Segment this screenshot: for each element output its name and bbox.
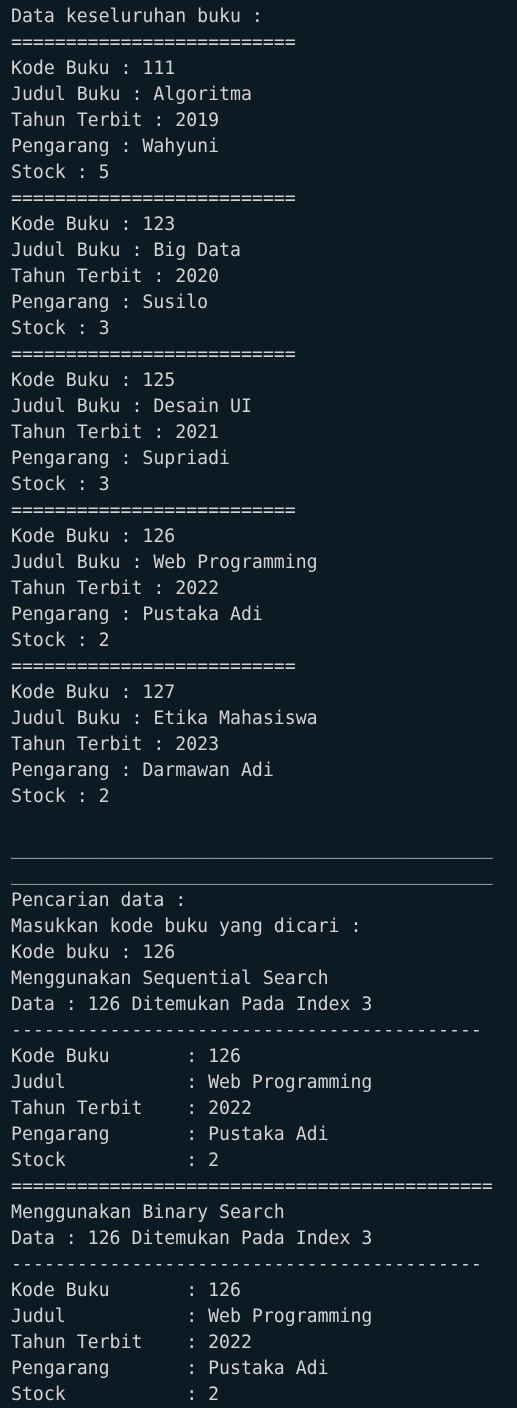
terminal-line: Judul Buku : Desain UI <box>11 396 252 417</box>
terminal-line: Judul Buku : Etika Mahasiswa <box>11 708 318 729</box>
terminal-line: ----------------------------------------… <box>11 1254 482 1275</box>
terminal-line: Pengarang : Darmawan Adi <box>11 760 274 781</box>
terminal-line: Tahun Terbit : 2022 <box>11 1098 252 1119</box>
terminal-line: Pencarian data : <box>11 890 187 911</box>
terminal-line: Pengarang : Wahyuni <box>11 136 220 157</box>
terminal-line: Kode Buku : 123 <box>11 214 176 235</box>
terminal-line: Menggunakan Sequential Search <box>11 968 329 989</box>
terminal-line: Kode Buku : 126 <box>11 1046 241 1067</box>
terminal-output: Data keseluruhan buku : =================… <box>0 0 517 1405</box>
terminal-line: Tahun Terbit : 2022 <box>11 578 220 599</box>
terminal-line: Kode Buku : 125 <box>11 370 176 391</box>
terminal-line: ----------------------------------------… <box>11 1020 482 1041</box>
terminal-line: Kode Buku : 111 <box>11 58 176 79</box>
terminal-line: Data : 126 Ditemukan Pada Index 3 <box>11 994 373 1015</box>
terminal-line: Judul : Web Programming <box>11 1306 373 1327</box>
terminal-line: ________________________________________… <box>11 864 493 885</box>
terminal-line: Stock : 3 <box>11 318 110 339</box>
terminal-line: Stock : 5 <box>11 162 110 183</box>
terminal-line: ========================== <box>11 32 296 53</box>
terminal-line: ________________________________________… <box>11 838 493 859</box>
terminal-line: Menggunakan Binary Search <box>11 1202 285 1223</box>
terminal-line: Tahun Terbit : 2022 <box>11 1332 252 1353</box>
terminal-line: Tahun Terbit : 2021 <box>11 422 220 443</box>
terminal-line: Judul : Web Programming <box>11 1072 373 1093</box>
terminal-line: Kode Buku : 126 <box>11 526 176 547</box>
terminal-line: Stock : 2 <box>11 630 110 651</box>
terminal-line: ========================================… <box>11 1176 493 1197</box>
terminal-line: Pengarang : Susilo <box>11 292 209 313</box>
terminal-line: Pengarang : Supriadi <box>11 448 230 469</box>
terminal-line: Data : 126 Ditemukan Pada Index 3 <box>11 1228 373 1249</box>
terminal-line: Tahun Terbit : 2020 <box>11 266 220 287</box>
terminal-line: Tahun Terbit : 2019 <box>11 110 220 131</box>
terminal-line: Judul Buku : Web Programming <box>11 552 318 573</box>
terminal-line: Tahun Terbit : 2023 <box>11 734 220 755</box>
terminal-line: ========================== <box>11 344 296 365</box>
terminal-line: Stock : 2 <box>11 1384 220 1405</box>
terminal-line: Pengarang : Pustaka Adi <box>11 604 263 625</box>
terminal-line: Stock : 3 <box>11 474 110 495</box>
terminal-line: Kode Buku : 126 <box>11 1280 241 1301</box>
terminal-line: Stock : 2 <box>11 786 110 807</box>
terminal-line: Stock : 2 <box>11 1150 220 1171</box>
terminal-line: Pengarang : Pustaka Adi <box>11 1358 329 1379</box>
terminal-line: ========================== <box>11 188 296 209</box>
terminal-line: Data keseluruhan buku : <box>11 6 263 27</box>
terminal-line: ========================== <box>11 500 296 521</box>
terminal-line: Judul Buku : Big Data <box>11 240 241 261</box>
terminal-line: Judul Buku : Algoritma <box>11 84 252 105</box>
terminal-line: Masukkan kode buku yang dicari : <box>11 916 362 937</box>
terminal-line: Kode buku : 126 <box>11 942 176 963</box>
terminal-line: ========================== <box>11 656 296 677</box>
terminal-line: Kode Buku : 127 <box>11 682 176 703</box>
terminal-line: Pengarang : Pustaka Adi <box>11 1124 329 1145</box>
